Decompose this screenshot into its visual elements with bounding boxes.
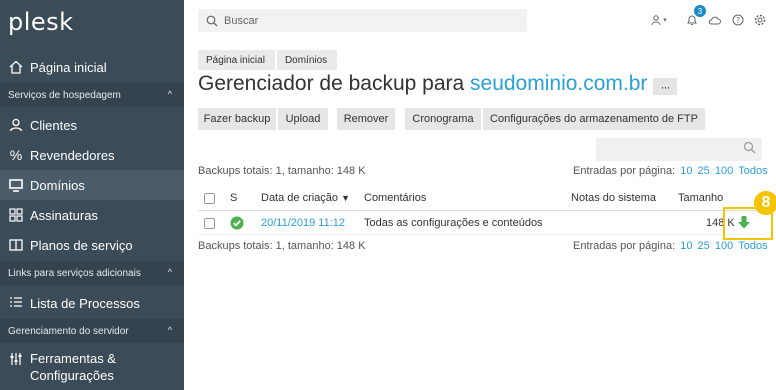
chevron-up-icon: ^ bbox=[167, 325, 172, 335]
page-title: Gerenciador de backup para seudominio.co… bbox=[198, 72, 648, 95]
sidebar-item-label: Domínios bbox=[30, 177, 85, 193]
backup-button[interactable]: Fazer backup bbox=[198, 108, 276, 130]
sidebar-item-tools-settings[interactable]: Ferramentas & Configurações bbox=[0, 348, 184, 388]
column-status[interactable]: S bbox=[230, 192, 237, 204]
svg-text:?: ? bbox=[736, 16, 740, 25]
success-status-icon bbox=[230, 216, 244, 235]
sort-down-icon: ▼ bbox=[341, 193, 351, 203]
pager-option-all[interactable]: Todos bbox=[738, 240, 767, 252]
sidebar-item-service-plans[interactable]: Planos de serviço bbox=[0, 230, 184, 260]
percent-icon: % bbox=[9, 147, 23, 163]
sidebar-item-label: Revendedores bbox=[30, 147, 115, 163]
sidebar-item-domains[interactable]: Domínios bbox=[0, 170, 184, 200]
column-system-notes[interactable]: Notas do sistema bbox=[571, 192, 656, 204]
search-icon bbox=[743, 141, 756, 159]
settings-gear-icon[interactable] bbox=[752, 12, 768, 28]
search-input[interactable]: Buscar bbox=[198, 9, 527, 32]
backup-date-link[interactable]: 20/11/2019 11:12 bbox=[261, 217, 345, 229]
breadcrumb: Página inicial Domínios bbox=[198, 50, 338, 70]
section-server-management[interactable]: Gerenciamento do servidor ^ bbox=[0, 319, 184, 343]
chevron-up-icon: ^ bbox=[167, 89, 172, 99]
list-icon bbox=[8, 295, 24, 311]
sidebar-item-label: Lista de Processos bbox=[30, 295, 140, 311]
grid-icon bbox=[8, 207, 24, 223]
sidebar-item-label: Configurações bbox=[30, 368, 114, 383]
sidebar-item-subscriptions[interactable]: Assinaturas bbox=[0, 200, 184, 230]
more-actions-button[interactable]: ··· bbox=[653, 78, 677, 95]
pager-option-10[interactable]: 10 bbox=[680, 240, 692, 252]
pager-option-100[interactable]: 100 bbox=[715, 240, 733, 252]
search-placeholder: Buscar bbox=[224, 14, 259, 27]
filter-search-input[interactable] bbox=[596, 138, 762, 161]
backup-summary-bottom: Backups totais: 1, tamanho: 148 K bbox=[198, 240, 366, 252]
breadcrumb-home[interactable]: Página inicial bbox=[198, 50, 275, 70]
book-icon bbox=[8, 237, 24, 253]
row-checkbox[interactable] bbox=[204, 218, 215, 229]
pager-bottom: Entradas por página: 10 25 100 Todos bbox=[573, 240, 768, 252]
step-number-badge: 8 bbox=[754, 191, 776, 215]
column-creation-date[interactable]: Data de criação ▼ bbox=[261, 192, 350, 204]
remove-button[interactable]: Remover bbox=[337, 108, 395, 130]
backup-comment: Todas as configurações e conteúdos bbox=[364, 217, 543, 229]
sidebar-item-label: Clientes bbox=[30, 117, 77, 133]
sliders-icon bbox=[8, 351, 24, 367]
ftp-storage-settings-button[interactable]: Configurações do armazenamento de FTP bbox=[483, 108, 705, 130]
user-icon bbox=[8, 117, 24, 133]
divider bbox=[198, 210, 764, 211]
select-all-checkbox[interactable] bbox=[204, 193, 215, 204]
download-icon[interactable] bbox=[737, 215, 751, 235]
pager-option-25[interactable]: 25 bbox=[698, 165, 710, 177]
sidebar-item-resellers[interactable]: % Revendedores bbox=[0, 140, 184, 170]
backup-summary: Backups totais: 1, tamanho: 148 K bbox=[198, 165, 366, 177]
user-menu-icon[interactable]: ▾ bbox=[648, 12, 670, 28]
plesk-logo[interactable]: plesk bbox=[8, 8, 74, 36]
sidebar-item-label: Assinaturas bbox=[30, 207, 98, 223]
pager-option-10[interactable]: 10 bbox=[680, 165, 692, 177]
upload-button[interactable]: Upload bbox=[278, 108, 328, 130]
monitor-icon bbox=[8, 177, 24, 193]
notification-count-badge: 3 bbox=[694, 5, 706, 17]
column-comments[interactable]: Comentários bbox=[364, 192, 426, 204]
pager-option-100[interactable]: 100 bbox=[715, 165, 733, 177]
sidebar: plesk Página inicial Serviços de hospeda… bbox=[0, 0, 184, 390]
breadcrumb-domains[interactable]: Domínios bbox=[276, 50, 338, 70]
sidebar-item-process-list[interactable]: Lista de Processos bbox=[0, 288, 184, 318]
section-hosting-services[interactable]: Serviços de hospedagem ^ bbox=[0, 83, 184, 107]
pager-option-all[interactable]: Todos bbox=[738, 165, 767, 177]
domain-link[interactable]: seudominio.com.br bbox=[470, 72, 647, 95]
home-icon bbox=[8, 59, 24, 75]
column-size[interactable]: Tamanho bbox=[678, 192, 723, 204]
divider bbox=[198, 234, 764, 235]
sidebar-item-label: Ferramentas & bbox=[30, 351, 116, 366]
sidebar-item-label: Planos de serviço bbox=[30, 237, 133, 253]
help-icon[interactable]: ? bbox=[730, 12, 746, 28]
sidebar-item-label: Página inicial bbox=[30, 59, 107, 75]
search-icon bbox=[206, 15, 218, 27]
sidebar-item-clients[interactable]: Clientes bbox=[0, 110, 184, 140]
sidebar-item-home[interactable]: Página inicial bbox=[0, 52, 184, 82]
chevron-up-icon: ^ bbox=[167, 267, 172, 277]
section-additional-links[interactable]: Links para serviços adicionais ^ bbox=[0, 261, 184, 285]
pager-option-25[interactable]: 25 bbox=[698, 240, 710, 252]
pager-top: Entradas por página: 10 25 100 Todos bbox=[573, 165, 768, 177]
schedule-button[interactable]: Cronograma bbox=[405, 108, 481, 130]
cloud-icon[interactable] bbox=[706, 12, 722, 28]
